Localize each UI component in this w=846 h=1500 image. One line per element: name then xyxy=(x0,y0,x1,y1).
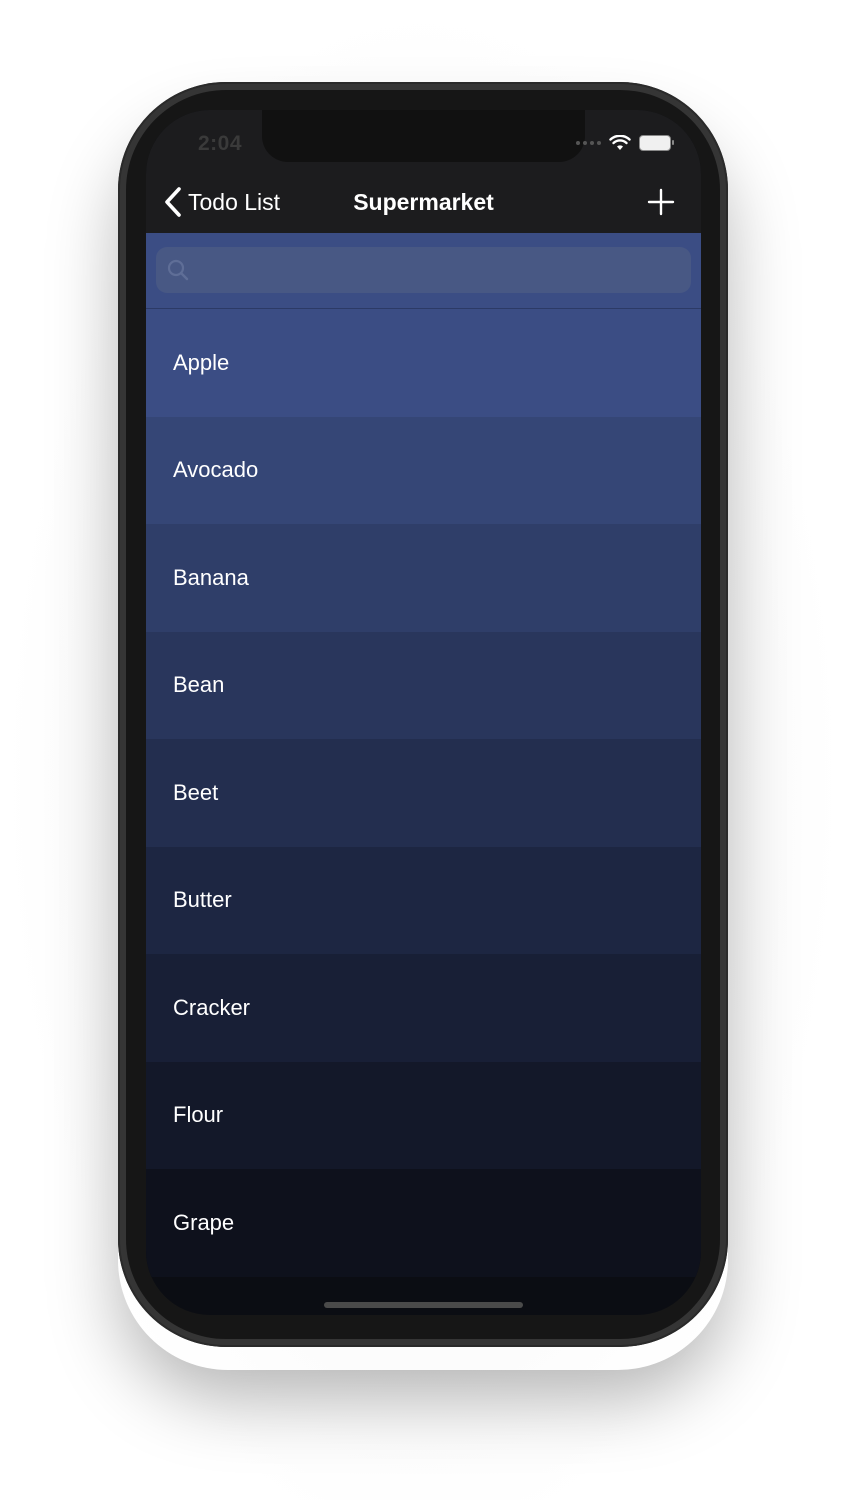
list-item-label: Bean xyxy=(173,672,225,698)
search-bar xyxy=(146,233,701,309)
wifi-icon xyxy=(609,135,631,150)
battery-icon xyxy=(639,135,674,151)
item-list: Apple Avocado Banana Bean Beet Butter Cracker F… xyxy=(146,309,701,1277)
list-item[interactable]: Grape xyxy=(146,1169,701,1277)
list-item[interactable]: Bean xyxy=(146,631,701,739)
list-item-label: Cracker xyxy=(173,994,251,1020)
list-item[interactable]: Banana xyxy=(146,524,701,632)
search-icon xyxy=(167,259,189,281)
list-item-label: Grape xyxy=(173,1209,235,1235)
screen: 2:04 Todo List Supermarket Apple Avocado… xyxy=(146,110,701,1315)
status-bar: 2:04 xyxy=(146,110,701,170)
plus-icon[interactable] xyxy=(647,188,675,216)
cellular-signal-icon xyxy=(576,141,601,145)
list-item[interactable]: Avocado xyxy=(146,416,701,524)
list-item-label: Beet xyxy=(173,779,219,805)
list-item[interactable]: Beet xyxy=(146,739,701,847)
list-item[interactable]: Butter xyxy=(146,846,701,954)
list-item-label: Avocado xyxy=(173,457,259,483)
home-indicator[interactable] xyxy=(324,1302,523,1308)
list-item[interactable]: Cracker xyxy=(146,954,701,1062)
page-title: Supermarket xyxy=(353,189,494,215)
list-item-label: Banana xyxy=(173,564,249,590)
navigation-bar: Todo List Supermarket xyxy=(146,170,701,233)
status-icons xyxy=(576,135,674,151)
notch xyxy=(262,110,585,162)
list-item-label: Flour xyxy=(173,1102,224,1128)
stage: 2:04 Todo List Supermarket Apple Avocado… xyxy=(0,0,846,1500)
search-input[interactable] xyxy=(198,257,691,283)
list-item-label: Apple xyxy=(173,349,230,375)
status-time: 2:04 xyxy=(198,132,243,155)
search-field[interactable] xyxy=(156,247,691,293)
list-item[interactable]: Apple xyxy=(146,309,701,417)
list-item[interactable]: Flour xyxy=(146,1061,701,1169)
list-item-label: Butter xyxy=(173,887,232,913)
